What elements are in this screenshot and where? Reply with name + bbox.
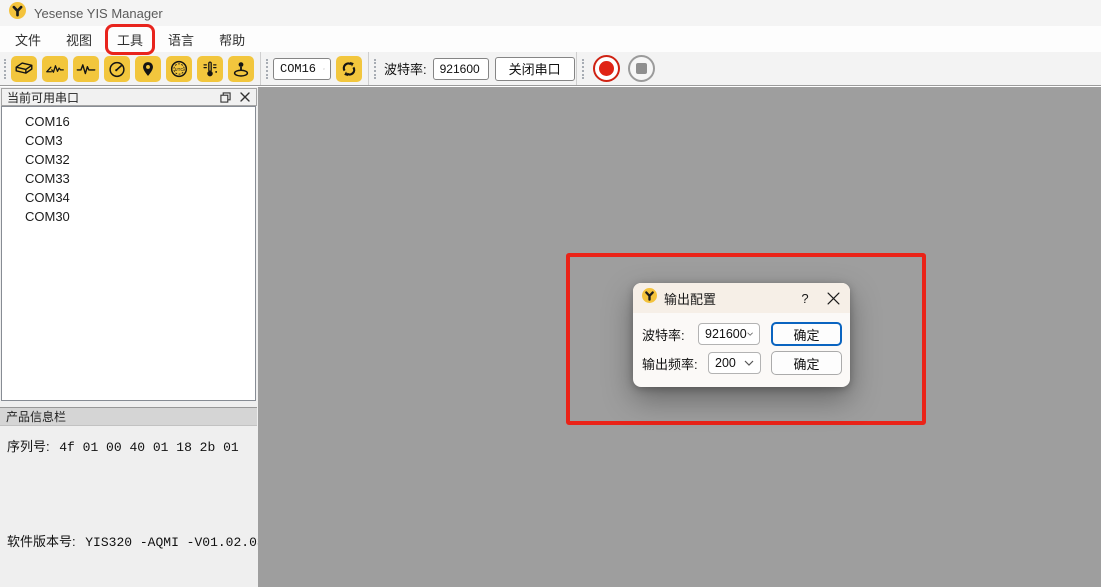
port-item[interactable]: COM32: [2, 150, 255, 169]
joystick-icon[interactable]: [228, 56, 254, 82]
baud-rate-select[interactable]: 921600: [433, 58, 489, 80]
port-item[interactable]: COM30: [2, 207, 255, 226]
chevron-down-icon: [744, 360, 754, 366]
refresh-ports-button[interactable]: [336, 56, 362, 82]
dialog-close-button[interactable]: [827, 292, 840, 305]
utc-clock-icon[interactable]: UTC: [166, 56, 192, 82]
temperature-icon[interactable]: [197, 56, 223, 82]
menu-tools[interactable]: 工具: [108, 27, 152, 52]
port-item[interactable]: COM33: [2, 169, 255, 188]
dialog-freq-ok-button[interactable]: 确定: [771, 351, 842, 375]
chevron-down-icon: [747, 331, 753, 337]
toolbar-separator: [260, 52, 261, 85]
toolbar-group-baud: 波特率: 921600 关闭串口: [370, 52, 575, 85]
dialog-freq-row: 输出频率: 200 确定: [642, 351, 842, 375]
menu-bar: 文件 视图 工具 语言 帮助: [0, 26, 1101, 52]
dialog-logo-icon: [642, 288, 657, 308]
output-config-dialog: 输出配置 ? 波特率: 921600: [633, 283, 850, 387]
toolbar-separator: [576, 52, 577, 85]
toolbar-group-port: COM16: [262, 52, 367, 85]
software-version-value: YIS320 -AQMI -V01.02.03;: [85, 535, 272, 550]
title-bar: Yesense YIS Manager: [0, 0, 1101, 26]
menu-help[interactable]: 帮助: [210, 27, 254, 52]
serial-number-value: 4f 01 00 40 01 18 2b 01: [59, 440, 238, 455]
left-panel: 当前可用串口 COM16 COM3 COM32 COM33: [0, 87, 258, 587]
stop-icon: [636, 63, 647, 74]
record-icon: [599, 61, 614, 76]
dialog-baud-select[interactable]: 921600: [698, 323, 760, 345]
dialog-freq-label: 输出频率:: [642, 354, 708, 373]
menu-language[interactable]: 语言: [159, 27, 203, 52]
window-title: Yesense YIS Manager: [34, 6, 163, 21]
dialog-baud-ok-button[interactable]: 确定: [771, 322, 842, 346]
menu-view[interactable]: 视图: [57, 27, 101, 52]
content-area: 当前可用串口 COM16 COM3 COM32 COM33: [0, 87, 1101, 587]
dialog-title-bar: 输出配置 ?: [633, 283, 850, 313]
app-window: Yesense YIS Manager 文件 视图 工具 语言 帮助: [0, 0, 1101, 587]
toolbar: UTC: [0, 52, 1101, 86]
dialog-title: 输出配置: [664, 289, 796, 308]
toolbar-drag-handle[interactable]: [582, 59, 584, 79]
dialog-baud-value: 921600: [705, 327, 747, 341]
port-item[interactable]: COM3: [2, 131, 255, 150]
close-panel-button[interactable]: [240, 92, 250, 102]
toolbar-group-record: [578, 52, 655, 85]
ports-panel-header: 当前可用串口: [1, 88, 257, 106]
software-version-label: 软件版本号:: [7, 534, 76, 549]
close-serial-port-button[interactable]: 关闭串口: [495, 57, 575, 81]
app-logo-icon: [9, 2, 26, 24]
location-icon[interactable]: [135, 56, 161, 82]
port-item[interactable]: COM34: [2, 188, 255, 207]
toolbar-drag-handle[interactable]: [374, 59, 376, 79]
port-item[interactable]: COM16: [2, 112, 255, 131]
baud-rate-value: 921600: [440, 62, 480, 76]
dialog-help-button[interactable]: ?: [796, 291, 814, 306]
chevron-down-icon: [323, 66, 325, 72]
menu-file[interactable]: 文件: [6, 27, 50, 52]
close-icon: [827, 292, 840, 305]
toolbar-separator: [368, 52, 369, 85]
svg-text:UTC: UTC: [175, 66, 184, 72]
stop-button[interactable]: [628, 55, 655, 82]
software-version-row: 软件版本号: YIS320 -AQMI -V01.02.03;: [7, 531, 272, 550]
toolbar-drag-handle[interactable]: [266, 59, 268, 79]
dialog-freq-select[interactable]: 200: [708, 352, 761, 374]
raw-waveform-icon[interactable]: [73, 56, 99, 82]
port-list: COM16 COM3 COM32 COM33 COM34 COM30: [1, 106, 256, 401]
serial-number-row: 序列号: 4f 01 00 40 01 18 2b 01: [7, 436, 239, 455]
float-panel-button[interactable]: [220, 92, 231, 103]
product-info-title: 产品信息栏: [6, 408, 66, 425]
serial-number-label: 序列号:: [7, 439, 50, 454]
refresh-icon: [338, 58, 360, 80]
ports-panel-title: 当前可用串口: [7, 89, 211, 106]
port-select[interactable]: COM16: [273, 58, 331, 80]
toolbar-drag-handle[interactable]: [4, 59, 6, 79]
close-icon: [240, 92, 250, 102]
product-info-header: 产品信息栏: [0, 407, 257, 426]
port-select-value: COM16: [280, 62, 316, 76]
dialog-freq-value: 200: [715, 356, 736, 370]
dialog-baud-label: 波特率:: [642, 325, 698, 344]
float-icon: [220, 92, 231, 103]
baud-rate-label: 波特率:: [384, 59, 427, 78]
workspace: 输出配置 ? 波特率: 921600: [258, 87, 1101, 587]
cube-3d-icon[interactable]: [11, 56, 37, 82]
record-button[interactable]: [593, 55, 620, 82]
dialog-baud-row: 波特率: 921600 确定: [642, 322, 842, 346]
toolbar-group-views: UTC: [0, 52, 259, 85]
gauge-icon[interactable]: [104, 56, 130, 82]
attitude-waveform-icon[interactable]: [42, 56, 68, 82]
